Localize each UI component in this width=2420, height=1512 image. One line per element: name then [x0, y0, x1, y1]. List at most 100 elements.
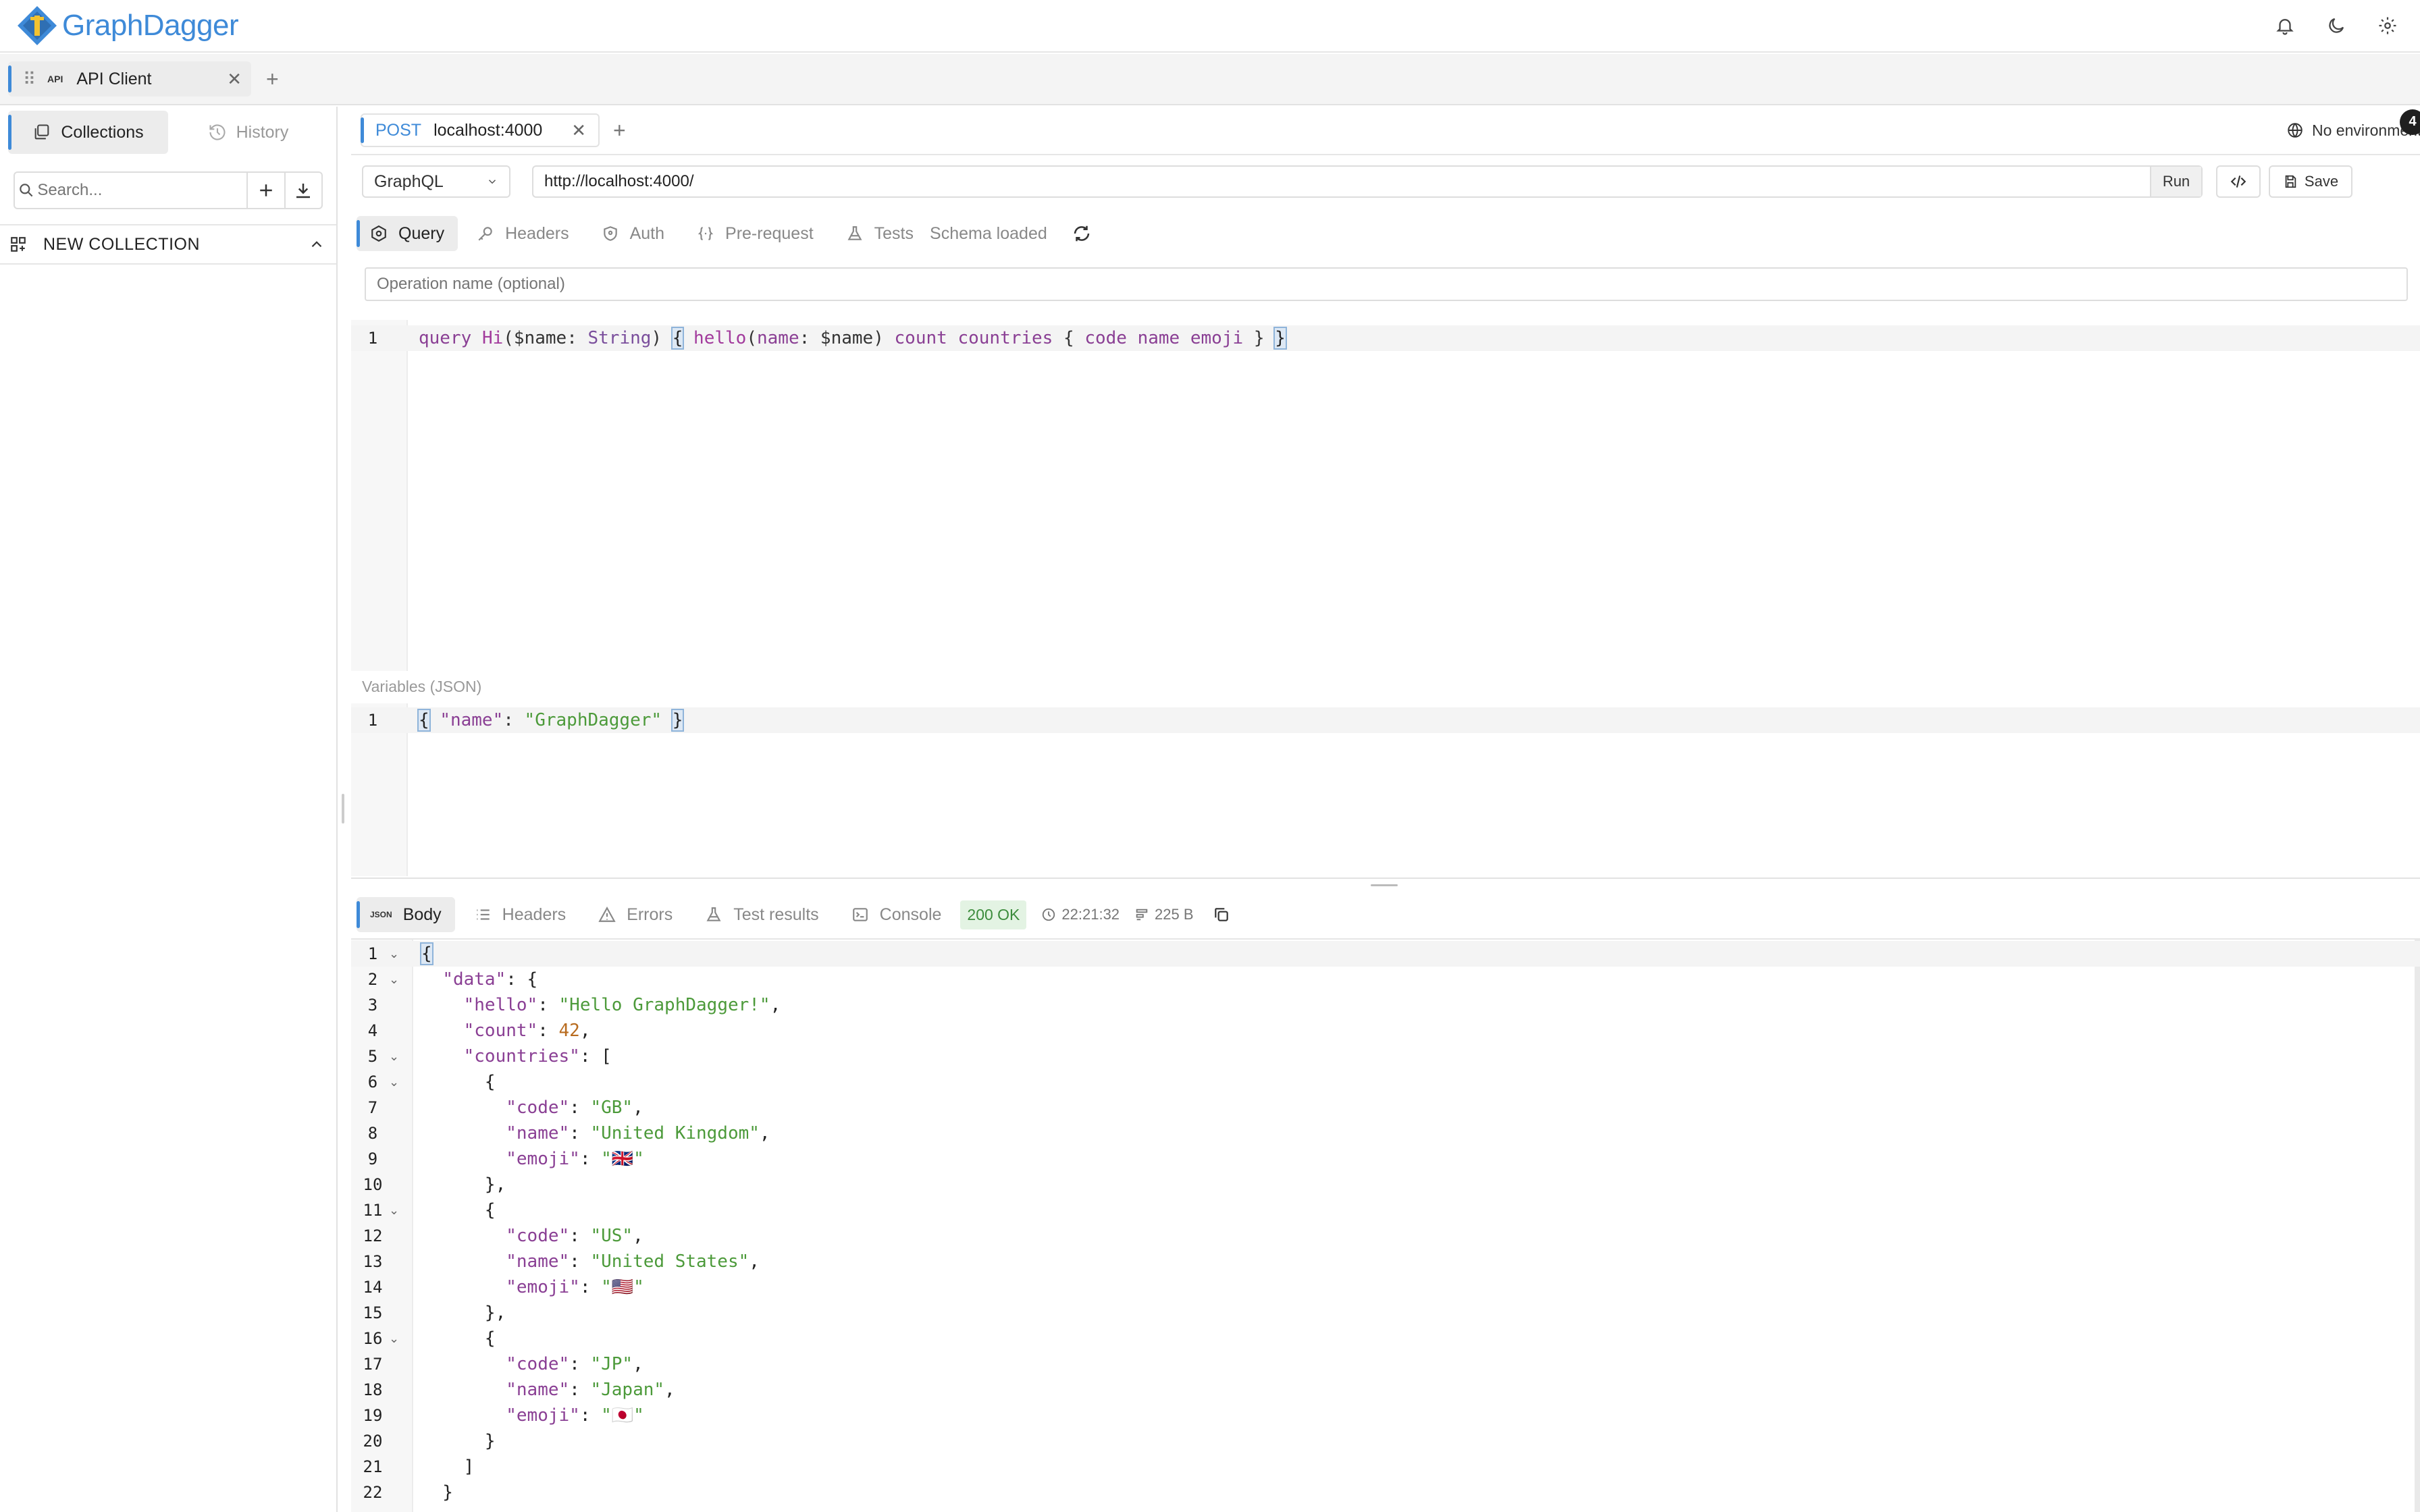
- line-number: 14: [363, 1278, 383, 1297]
- fold-chevron-icon[interactable]: ⌄: [389, 947, 399, 961]
- response-code: },: [421, 1303, 506, 1323]
- response-line[interactable]: 1 ⌄ {: [351, 941, 2420, 967]
- response-line[interactable]: 2 ⌄ "data": {: [351, 967, 2420, 992]
- fold-chevron-icon[interactable]: ⌄: [389, 973, 399, 987]
- line-number: 3: [367, 996, 378, 1015]
- response-line[interactable]: 21 ]: [351, 1454, 2420, 1480]
- tab-test-results[interactable]: Test results: [691, 897, 832, 932]
- status-badge: 200 OK: [960, 900, 1027, 929]
- flask-icon: [706, 907, 721, 921]
- theme-toggle-button[interactable]: [2321, 11, 2351, 40]
- environment-count-badge: 4: [2400, 109, 2420, 135]
- response-code: "emoji": "🇺🇸": [506, 1277, 644, 1297]
- drag-handle-icon[interactable]: ⠿: [23, 69, 43, 90]
- tab-response-errors[interactable]: Errors: [585, 897, 686, 932]
- response-line[interactable]: 4 "count": 42,: [351, 1018, 2420, 1044]
- tab-response-errors-label: Errors: [627, 905, 673, 924]
- response-line[interactable]: 22 }: [351, 1480, 2420, 1505]
- workspace-tab-strip: ⠿ API API Client ✕ +: [0, 54, 2420, 105]
- operation-name-input[interactable]: [366, 275, 2406, 294]
- response-time-value: 22:21:32: [1061, 906, 1120, 923]
- response-line[interactable]: 7 "code": "GB",: [351, 1095, 2420, 1120]
- response-line[interactable]: 18 "name": "Japan",: [351, 1377, 2420, 1403]
- run-button[interactable]: Run: [2150, 167, 2201, 196]
- line-number: 17: [363, 1355, 383, 1374]
- response-line[interactable]: 5 ⌄ "countries": [: [351, 1044, 2420, 1069]
- editor-line[interactable]: 1 query Hi($name: String) { hello(name: …: [351, 325, 2420, 351]
- variables-editor[interactable]: 1 { "name": "GraphDagger" }: [351, 703, 2420, 876]
- line-number: 5: [367, 1047, 378, 1066]
- tab-headers[interactable]: Headers: [463, 216, 583, 251]
- response-code: }: [421, 1431, 496, 1451]
- fold-chevron-icon[interactable]: ⌄: [389, 1332, 399, 1346]
- fold-chevron-icon[interactable]: ⌄: [389, 1075, 399, 1089]
- tab-console[interactable]: Console: [838, 897, 955, 932]
- response-line[interactable]: 20 }: [351, 1428, 2420, 1454]
- add-workspace-tab-button[interactable]: +: [266, 67, 279, 92]
- logo[interactable]: GraphDagger: [16, 5, 239, 47]
- tab-tests[interactable]: Tests: [833, 216, 927, 251]
- response-line[interactable]: 9 "emoji": "🇬🇧": [351, 1146, 2420, 1172]
- response-line[interactable]: 6 ⌄ {: [351, 1069, 2420, 1095]
- editor-gutter: [351, 320, 408, 671]
- response-size-value: 225 B: [1155, 906, 1194, 923]
- search-input[interactable]: [37, 173, 247, 208]
- response-line[interactable]: 19 "emoji": "🇯🇵": [351, 1403, 2420, 1428]
- tab-collections[interactable]: Collections: [8, 111, 168, 154]
- collection-item[interactable]: NEW COLLECTION: [0, 224, 336, 265]
- line-number: 19: [363, 1406, 383, 1425]
- fold-chevron-icon[interactable]: ⌄: [389, 1204, 399, 1218]
- history-icon: [209, 124, 226, 140]
- code-snippet-button[interactable]: [2216, 165, 2261, 198]
- splitter-grip[interactable]: [1371, 884, 1398, 886]
- response-line[interactable]: 12 "code": "US",: [351, 1223, 2420, 1249]
- tab-pre-request[interactable]: Pre-request: [683, 216, 827, 251]
- request-sub-tabs: Query Headers Auth Pre-request Tests Sch…: [351, 208, 2420, 259]
- response-line[interactable]: 10 },: [351, 1172, 2420, 1197]
- tab-query-label: Query: [398, 223, 445, 243]
- tab-auth[interactable]: Auth: [588, 216, 678, 251]
- response-line[interactable]: 11 ⌄ {: [351, 1197, 2420, 1223]
- refresh-icon[interactable]: [1072, 223, 1092, 244]
- collections-icon: [34, 124, 49, 140]
- close-icon[interactable]: ✕: [227, 69, 242, 90]
- environment-selector[interactable]: No environment 4: [2286, 109, 2420, 140]
- tab-response-headers[interactable]: Headers: [461, 897, 580, 932]
- code-icon: [2230, 176, 2246, 188]
- request-tab[interactable]: POST localhost:4000 ✕: [361, 113, 600, 147]
- tab-history[interactable]: History: [168, 111, 328, 154]
- settings-button[interactable]: [2373, 11, 2402, 40]
- response-line[interactable]: 16 ⌄ {: [351, 1326, 2420, 1351]
- response-line[interactable]: 13 "name": "United States",: [351, 1249, 2420, 1274]
- response-code: "name": "Japan",: [506, 1380, 675, 1400]
- save-button[interactable]: Save: [2269, 165, 2352, 198]
- response-line[interactable]: 15 },: [351, 1300, 2420, 1326]
- copy-icon[interactable]: [1213, 906, 1230, 923]
- import-button[interactable]: [284, 173, 321, 208]
- response-line[interactable]: 3 "hello": "Hello GraphDagger!",: [351, 992, 2420, 1018]
- close-icon[interactable]: ✕: [571, 120, 586, 141]
- workspace-tab-api-client[interactable]: ⠿ API API Client ✕: [8, 61, 251, 97]
- add-collection-button[interactable]: [246, 173, 284, 208]
- protocol-select[interactable]: GraphQL: [362, 165, 510, 198]
- query-editor[interactable]: 1 query Hi($name: String) { hello(name: …: [351, 320, 2420, 671]
- chevron-up-icon[interactable]: [308, 236, 325, 253]
- fold-chevron-icon[interactable]: ⌄: [389, 1050, 399, 1064]
- response-code: "code": "JP",: [506, 1354, 643, 1374]
- response-line[interactable]: 14 "emoji": "🇺🇸": [351, 1274, 2420, 1300]
- url-input[interactable]: [533, 172, 2150, 191]
- response-line[interactable]: 8 "name": "United Kingdom",: [351, 1120, 2420, 1146]
- add-request-tab-button[interactable]: +: [613, 118, 626, 143]
- response-body-viewer[interactable]: 1 ⌄{2 ⌄ "data": {3 "hello": "Hello GraphDa…: [351, 940, 2420, 1512]
- line-number: 10: [363, 1175, 383, 1194]
- grid-plus-icon: [11, 237, 26, 252]
- notifications-button[interactable]: [2270, 11, 2300, 40]
- panel-splitter[interactable]: [351, 878, 2420, 880]
- tab-response-body[interactable]: JSON Body: [357, 897, 455, 932]
- key-icon: [478, 227, 492, 241]
- response-tabs: JSON Body Headers Errors Test results Co…: [351, 891, 2420, 940]
- tab-query[interactable]: Query: [357, 216, 458, 251]
- sidebar-resize-handle[interactable]: [342, 794, 344, 824]
- editor-line[interactable]: 1 { "name": "GraphDagger" }: [351, 707, 2420, 733]
- response-line[interactable]: 17 "code": "JP",: [351, 1351, 2420, 1377]
